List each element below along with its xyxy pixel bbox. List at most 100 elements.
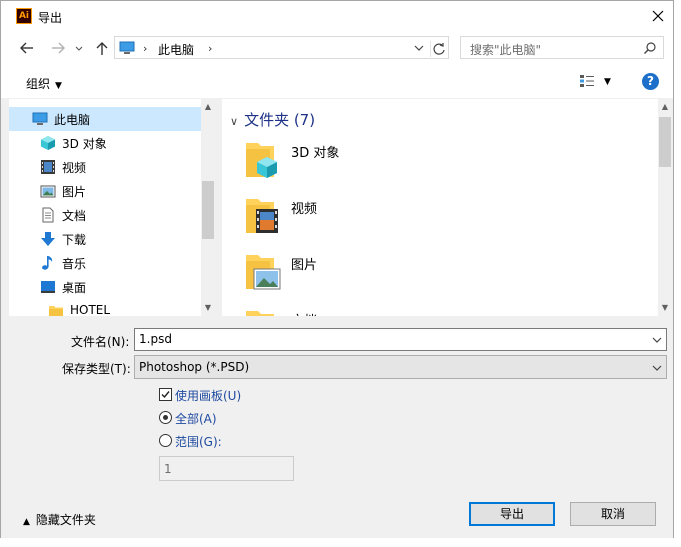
- chevron-down-icon: [75, 46, 83, 51]
- file-item-name: 图片: [291, 258, 318, 273]
- nav-item-label: HOTEL: [70, 303, 111, 316]
- filename-label: 文件名(N):: [71, 335, 130, 349]
- organize-menu-button[interactable]: 组织 ▼: [26, 75, 62, 92]
- nav-item-downloads[interactable]: 下载: [9, 227, 201, 251]
- nav-item-videos[interactable]: 视频: [9, 155, 201, 179]
- folder-documents-icon: [246, 311, 274, 316]
- file-item-videos[interactable]: 视频: [242, 195, 542, 245]
- group-header-label: 文件夹 (7): [244, 111, 316, 129]
- nav-item-label: 音乐: [62, 257, 87, 271]
- arrow-up-icon: [96, 42, 108, 55]
- view-details-icon: [580, 75, 594, 87]
- navigation-pane: 此电脑 3D 对象 视频 图片 文档 下载 音乐 桌面 HOTEL ▲ ▼: [9, 99, 215, 316]
- nav-item-label: 下载: [62, 233, 87, 247]
- filename-field[interactable]: 1.psd: [134, 328, 667, 351]
- forward-button[interactable]: [49, 40, 67, 56]
- radio-circle[interactable]: [159, 434, 172, 447]
- pane-splitter[interactable]: [215, 99, 222, 316]
- help-button[interactable]: ?: [642, 73, 659, 90]
- nav-item-documents[interactable]: 文档: [9, 203, 201, 227]
- navigation-bar: › 此电脑 › 搜索"此电脑": [1, 32, 673, 65]
- all-label[interactable]: 全部(A): [175, 410, 217, 427]
- background-canvas-bottom: [0, 538, 681, 547]
- breadcrumb[interactable]: 此电脑: [158, 41, 194, 58]
- file-item-name: 视频: [291, 202, 318, 217]
- breadcrumb-separator[interactable]: ›: [208, 42, 212, 55]
- change-view-button[interactable]: [579, 74, 595, 91]
- close-button[interactable]: [643, 1, 673, 31]
- computer-icon: [119, 41, 135, 54]
- computer-icon: [32, 112, 48, 125]
- search-placeholder: 搜索"此电脑": [470, 43, 542, 57]
- radio-dot: [163, 415, 168, 420]
- folder-pictures-icon: [246, 255, 281, 290]
- export-button[interactable]: 导出: [469, 502, 555, 526]
- chevron-down-icon[interactable]: [413, 42, 425, 54]
- chevron-down-icon[interactable]: ▼: [660, 303, 670, 313]
- video-icon: [41, 160, 55, 174]
- range-label[interactable]: 范围(G):: [175, 433, 222, 450]
- caret-down-icon: ▼: [55, 81, 62, 91]
- filetype-select[interactable]: Photoshop (*.PSD): [134, 355, 667, 379]
- file-item-3d-objects[interactable]: 3D 对象: [242, 139, 542, 189]
- scrollbar-thumb[interactable]: [659, 117, 671, 167]
- caret-up-icon: ▲: [23, 517, 30, 527]
- arrow-left-icon: [20, 42, 33, 54]
- refresh-icon: [433, 43, 445, 55]
- nav-item-pictures[interactable]: 图片: [9, 179, 201, 203]
- back-button[interactable]: [18, 40, 36, 56]
- desktop-icon: [41, 281, 55, 293]
- radio-circle[interactable]: [159, 411, 172, 424]
- chevron-down-icon: [652, 365, 662, 371]
- folder-video-icon: [246, 199, 278, 233]
- organize-label: 组织: [26, 77, 51, 91]
- use-artboards-label[interactable]: 使用画板(U): [175, 387, 241, 404]
- folders-group-header[interactable]: ∨ 文件夹 (7): [230, 109, 315, 130]
- scrollbar-thumb[interactable]: [202, 181, 214, 239]
- nav-item-label: 文档: [62, 209, 87, 223]
- cancel-button[interactable]: 取消: [570, 502, 656, 526]
- illustrator-app-icon: Ai: [16, 8, 32, 24]
- nav-item-desktop[interactable]: 桌面: [9, 275, 201, 299]
- pictures-icon: [40, 185, 56, 198]
- refresh-button[interactable]: [430, 41, 448, 57]
- chevron-up-icon[interactable]: ▲: [203, 102, 213, 112]
- nav-item-label: 图片: [62, 185, 87, 199]
- hide-folders-button[interactable]: ▲ 隐藏文件夹: [23, 511, 96, 528]
- file-item-pictures[interactable]: 图片: [242, 251, 542, 301]
- background-canvas-edge: [674, 0, 681, 547]
- range-input[interactable]: 1: [159, 456, 294, 481]
- file-pane-scrollbar[interactable]: ▲ ▼: [658, 99, 672, 316]
- hide-folders-label: 隐藏文件夹: [35, 513, 96, 527]
- chevron-down-icon[interactable]: [652, 335, 662, 345]
- nav-item-3d-objects[interactable]: 3D 对象: [9, 131, 201, 155]
- checkmark-icon: [161, 391, 170, 399]
- chevron-up-icon[interactable]: ▲: [660, 102, 670, 112]
- search-icon: [644, 42, 656, 54]
- checkbox-box[interactable]: [159, 388, 172, 401]
- address-bar[interactable]: › 此电脑 ›: [114, 36, 449, 59]
- nav-item-label: 视频: [62, 161, 87, 175]
- view-options-dropdown[interactable]: ▼: [604, 77, 611, 87]
- nav-pane-scrollbar[interactable]: ▲ ▼: [201, 99, 215, 316]
- arrow-right-icon: [52, 42, 65, 54]
- nav-item-label: 3D 对象: [62, 137, 107, 151]
- chevron-down-icon[interactable]: ▼: [203, 303, 213, 313]
- range-value: 1: [164, 462, 172, 476]
- folder-3d-objects-icon: [246, 143, 277, 178]
- recent-locations-button[interactable]: [73, 40, 85, 56]
- nav-item-music[interactable]: 音乐: [9, 251, 201, 275]
- command-bar: 组织 ▼ ▼ ?: [1, 65, 673, 99]
- file-list-pane: ∨ 文件夹 (7) 3D 对象 视频 图片 ▲ ▼: [222, 99, 672, 316]
- close-icon: [652, 10, 664, 22]
- chevron-down-icon: ∨: [230, 115, 239, 128]
- title-bar: Ai 导出: [1, 1, 673, 32]
- download-icon: [41, 232, 55, 246]
- nav-item-this-pc[interactable]: 此电脑: [9, 107, 201, 131]
- nav-item-hotel[interactable]: HOTEL: [9, 299, 201, 316]
- file-item-documents[interactable]: 文档: [242, 307, 542, 316]
- search-input[interactable]: 搜索"此电脑": [460, 36, 664, 59]
- music-icon: [42, 256, 53, 270]
- up-button[interactable]: [93, 40, 111, 56]
- breadcrumb-separator: ›: [143, 42, 148, 55]
